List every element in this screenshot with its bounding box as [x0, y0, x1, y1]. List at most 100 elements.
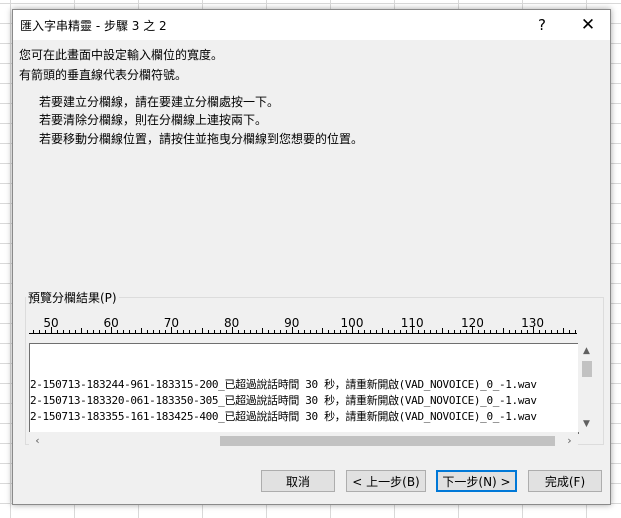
- data-preview-area[interactable]: 2-150713-183244-961-183315-200_已超過說話時間 3…: [29, 343, 579, 434]
- ruler-tick: [569, 330, 570, 333]
- ruler-tick: [340, 330, 341, 333]
- ruler-tick: [256, 330, 257, 333]
- ruler-tick: [322, 328, 323, 333]
- ruler-tick: [442, 328, 443, 333]
- ruler-tick: [430, 330, 431, 333]
- preview-data-line: 2-150713-183355-161-183425-400_已超過說話時間 3…: [30, 410, 537, 423]
- ruler-tick: [328, 330, 329, 333]
- ruler-tick: [509, 330, 510, 333]
- ruler-tick: [63, 330, 64, 333]
- help-button[interactable]: ?: [520, 10, 564, 40]
- ruler-tick: [129, 330, 130, 333]
- ruler-tick: [183, 330, 184, 333]
- ruler-tick: [292, 327, 293, 333]
- ruler-tick: [521, 330, 522, 333]
- ruler-tick: [304, 330, 305, 333]
- column-ruler[interactable]: 50 60 70 80 90 100 110 120 130: [29, 316, 577, 336]
- ruler-tick: [165, 330, 166, 333]
- ruler-tick: [171, 327, 172, 333]
- back-button[interactable]: < 上一步(B): [346, 470, 426, 492]
- ruler-tick: [232, 327, 233, 333]
- ruler-tick: [557, 330, 558, 333]
- text-import-wizard-dialog: 匯入字串精靈 - 步驟 3 之 2 ? ✕ 您可在此畫面中設定輸入欄位的寬度。 …: [12, 9, 611, 505]
- vertical-scroll-thumb[interactable]: [582, 361, 592, 377]
- ruler-tick: [352, 327, 353, 333]
- ruler-tick: [189, 330, 190, 333]
- ruler-tick: [563, 328, 564, 333]
- ruler-tick: [81, 328, 82, 333]
- ruler-tick: [424, 330, 425, 333]
- ruler-tick: [45, 330, 46, 333]
- ruler-tick: [575, 330, 576, 333]
- ruler-tick: [496, 330, 497, 333]
- preview-label: 預覽分欄結果(P): [26, 289, 119, 306]
- title-bar: 匯入字串精靈 - 步驟 3 之 2 ? ✕: [13, 10, 610, 40]
- ruler-tick: [400, 330, 401, 333]
- ruler-tick: [274, 330, 275, 333]
- ruler-tick: [436, 330, 437, 333]
- ruler-tick: [490, 330, 491, 333]
- ruler-tick: [208, 330, 209, 333]
- scroll-up-arrow-icon[interactable]: ▲: [578, 343, 595, 359]
- ruler-tick: [33, 330, 34, 333]
- ruler-tick: [214, 330, 215, 333]
- instruction-move-break: 若要移動分欄線位置，請按住並拖曳分欄線到您想要的位置。: [39, 132, 364, 146]
- dialog-title: 匯入字串精靈 - 步驟 3 之 2: [20, 19, 167, 33]
- horizontal-scrollbar[interactable]: ‹ ›: [29, 432, 578, 449]
- ruler-tick: [117, 330, 118, 333]
- preview-data-line: 2-150713-183320-061-183350-305_已超過說話時間 3…: [30, 394, 537, 407]
- ruler-tick: [358, 330, 359, 333]
- ruler-tick: [202, 328, 203, 333]
- ruler-tick: [123, 330, 124, 333]
- cancel-button[interactable]: 取消: [261, 470, 335, 492]
- ruler-tick: [418, 330, 419, 333]
- preview-data-line: 2-150713-183244-961-183315-200_已超過說話時間 3…: [30, 378, 537, 391]
- ruler-tick: [364, 330, 365, 333]
- ruler-tick: [478, 330, 479, 333]
- ruler-tick: [394, 330, 395, 333]
- close-button[interactable]: ✕: [566, 10, 610, 40]
- ruler-tick: [527, 330, 528, 333]
- horizontal-scroll-thumb[interactable]: [220, 436, 555, 446]
- intro-line-2: 有箭頭的垂直線代表分欄符號。: [19, 68, 188, 82]
- ruler-tick: [551, 330, 552, 333]
- ruler-tick: [93, 330, 94, 333]
- ruler-tick: [286, 330, 287, 333]
- ruler-tick: [484, 330, 485, 333]
- ruler-tick: [503, 328, 504, 333]
- ruler-tick: [51, 327, 52, 333]
- ruler-tick: [515, 330, 516, 333]
- next-button[interactable]: 下一步(N) >: [436, 470, 517, 492]
- ruler-tick: [250, 330, 251, 333]
- instruction-create-break: 若要建立分欄線，請在要建立分欄處按一下。: [39, 95, 280, 109]
- scroll-left-arrow-icon[interactable]: ‹: [29, 432, 46, 449]
- ruler-tick: [448, 330, 449, 333]
- ruler-tick: [99, 330, 100, 333]
- ruler-tick: [262, 328, 263, 333]
- intro-line-1: 您可在此畫面中設定輸入欄位的寬度。: [19, 48, 224, 62]
- ruler-tick: [220, 330, 221, 333]
- ruler-tick: [466, 330, 467, 333]
- ruler-tick: [111, 327, 112, 333]
- ruler-tick: [298, 330, 299, 333]
- ruler-tick: [454, 330, 455, 333]
- ruler-tick: [159, 330, 160, 333]
- ruler-tick: [388, 330, 389, 333]
- instruction-clear-break: 若要清除分欄線，則在分欄線上連按兩下。: [39, 113, 268, 127]
- scroll-down-arrow-icon[interactable]: ▼: [578, 416, 595, 432]
- ruler-tick: [310, 330, 311, 333]
- ruler-tick: [406, 330, 407, 333]
- ruler-tick: [334, 330, 335, 333]
- ruler-tick: [346, 330, 347, 333]
- ruler-tick: [238, 330, 239, 333]
- ruler-tick: [412, 327, 413, 333]
- finish-button[interactable]: 完成(F): [528, 470, 602, 492]
- vertical-scrollbar[interactable]: ▲ ▼: [578, 343, 595, 432]
- ruler-tick: [472, 327, 473, 333]
- scroll-right-arrow-icon[interactable]: ›: [561, 432, 578, 449]
- ruler-tick: [147, 330, 148, 333]
- ruler-tick: [87, 330, 88, 333]
- ruler-tick: [226, 330, 227, 333]
- ruler-tick: [370, 330, 371, 333]
- ruler-tick: [244, 330, 245, 333]
